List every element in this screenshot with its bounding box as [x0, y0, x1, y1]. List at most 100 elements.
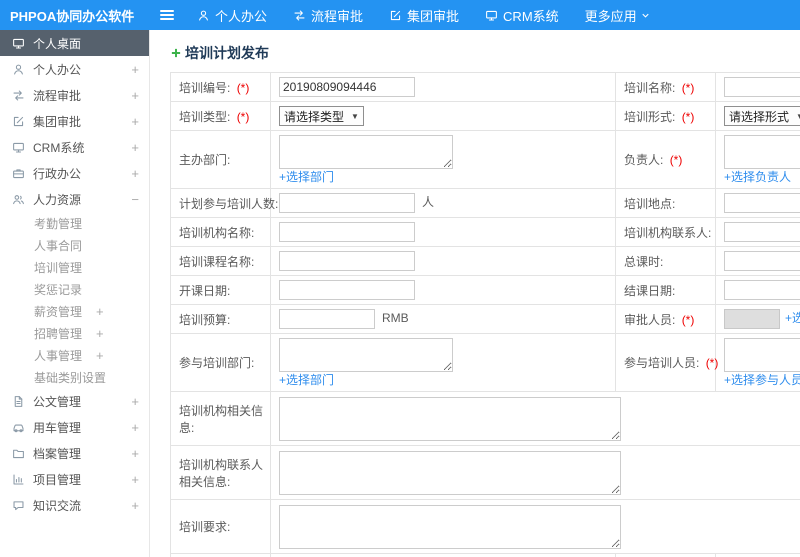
- participating-people-picker-link[interactable]: +选择参与人员: [724, 373, 800, 387]
- training-form-select[interactable]: 请选择形式 ▼: [724, 106, 800, 126]
- person-in-charge-field-cell: +选择负责人: [715, 130, 800, 189]
- form-row: 培训类型: (*) 请选择类型 ▼ 培训形式: (*) 请选择形式 ▼: [170, 101, 800, 131]
- form-row: 培训编号: (*)培训名称: (*): [170, 72, 800, 102]
- topnav-process-approval[interactable]: 流程审批: [280, 0, 376, 30]
- form-row: 开课日期: 结课日期:: [170, 275, 800, 305]
- sidebar-subitem-label: 培训管理: [34, 260, 83, 275]
- training-org-contact-field-cell: [715, 217, 800, 247]
- sidebar-item-personal-desktop[interactable]: 个人桌面: [0, 30, 149, 56]
- training-org-contact-info-textarea[interactable]: [279, 450, 621, 495]
- sidebar-subitem-training-management[interactable]: 培训管理: [0, 256, 149, 278]
- training-location-input[interactable]: [724, 193, 800, 213]
- expand-toggle-icon[interactable]: +: [131, 446, 139, 461]
- training-budget-input[interactable]: [279, 309, 375, 329]
- participating-departments-field-cell: +选择部门: [270, 333, 616, 392]
- main-content: 培训计划发布 培训编号: (*)培训名称: (*)培训类型: (*)请选择类型▼…: [150, 30, 800, 557]
- caret-down-icon: ▼: [796, 111, 800, 121]
- expand-toggle-icon[interactable]: +: [131, 88, 139, 103]
- training-org-name-input[interactable]: [279, 222, 415, 242]
- training-org-contact-label-cell: 培训机构联系人:: [615, 217, 716, 247]
- required-mark: (*): [681, 109, 695, 124]
- training-location-label: 培训地点:: [624, 196, 676, 211]
- expand-toggle-icon[interactable]: +: [131, 394, 139, 409]
- training-requirements-textarea[interactable]: [279, 504, 621, 549]
- total-class-hours-label-cell: 总课时:: [615, 246, 716, 276]
- expand-toggle-icon[interactable]: +: [131, 498, 139, 513]
- planned-participants-input[interactable]: [279, 193, 415, 213]
- person-in-charge-textarea[interactable]: [724, 135, 800, 169]
- sidebar-item-process-approval[interactable]: 流程审批 +: [0, 82, 149, 108]
- expand-toggle-icon[interactable]: +: [131, 114, 139, 129]
- page-title: 培训计划发布: [185, 45, 269, 61]
- total-class-hours-input[interactable]: [724, 251, 800, 271]
- sidebar-item-vehicle-management[interactable]: 用车管理 +: [0, 414, 149, 440]
- host-department-picker-link[interactable]: +选择部门: [279, 170, 334, 184]
- required-mark: (*): [236, 109, 250, 124]
- expand-toggle-icon[interactable]: +: [96, 304, 104, 319]
- expand-toggle-icon[interactable]: +: [131, 140, 139, 155]
- participating-people-label: 参与培训人员:: [624, 356, 700, 370]
- caret-down-icon: [637, 10, 651, 21]
- sidebar-subitem-attendance-management[interactable]: 考勤管理: [0, 212, 149, 234]
- sidebar-item-archive-management[interactable]: 档案管理 +: [0, 440, 149, 466]
- sidebar-item-human-resources[interactable]: 人力资源 −: [0, 186, 149, 212]
- participating-people-textarea[interactable]: [724, 338, 800, 372]
- sidebar-item-label: 个人办公: [33, 62, 82, 77]
- host-department-label: 主办部门:: [179, 153, 231, 167]
- car-icon: [12, 421, 25, 434]
- form-table: 培训编号: (*)培训名称: (*)培训类型: (*)请选择类型▼培训形式: (…: [170, 72, 800, 557]
- planned-participants-field-cell: 人: [270, 188, 616, 218]
- training-org-name-field-cell: [270, 217, 616, 247]
- training-org-contact-input[interactable]: [724, 222, 800, 242]
- training-number-field-cell: [270, 72, 616, 102]
- sidebar-item-administrative-office[interactable]: 行政办公 +: [0, 160, 149, 186]
- training-number-input[interactable]: [279, 77, 415, 97]
- host-department-textarea[interactable]: [279, 135, 453, 169]
- hamburger-menu-icon[interactable]: [150, 0, 184, 30]
- topnav-group-approval[interactable]: 集团审批: [376, 0, 472, 30]
- training-requirements-label: 培训要求:: [179, 520, 231, 534]
- sidebar-subitem-personnel-contract[interactable]: 人事合同: [0, 234, 149, 256]
- topnav-personal-office[interactable]: 个人办公: [184, 0, 280, 30]
- folder-icon: [12, 447, 25, 460]
- user-icon: [197, 9, 210, 22]
- training-org-name-label: 培训机构名称:: [179, 225, 255, 240]
- sidebar-item-document-management[interactable]: 公文管理 +: [0, 388, 149, 414]
- training-name-input[interactable]: [724, 77, 800, 97]
- sidebar-subitem-recruitment-management[interactable]: 招聘管理 +: [0, 322, 149, 344]
- expand-toggle-icon[interactable]: +: [131, 472, 139, 487]
- sidebar-item-group-approval[interactable]: 集团审批 +: [0, 108, 149, 134]
- approver-picker-link[interactable]: +选择审批人员: [785, 311, 800, 325]
- sidebar-item-crm-system[interactable]: CRM系统 +: [0, 134, 149, 160]
- person-in-charge-picker-link[interactable]: +选择负责人: [724, 170, 791, 184]
- sidebar-item-label: 公文管理: [33, 394, 82, 409]
- participating-departments-textarea[interactable]: [279, 338, 453, 372]
- sidebar-item-label: 集团审批: [33, 114, 82, 129]
- sidebar-item-personal-office[interactable]: 个人办公 +: [0, 56, 149, 82]
- expand-toggle-icon[interactable]: +: [131, 62, 139, 77]
- training-course-name-input[interactable]: [279, 251, 415, 271]
- total-class-hours-field-cell: [715, 246, 800, 276]
- start-date-input[interactable]: [279, 280, 415, 300]
- sidebar-subitem-basic-category-settings[interactable]: 基础类别设置: [0, 366, 149, 388]
- topnav-more-apps[interactable]: 更多应用: [572, 0, 669, 30]
- expand-toggle-icon[interactable]: +: [131, 420, 139, 435]
- topnav-crm-system[interactable]: CRM系统: [472, 0, 572, 30]
- expand-toggle-icon[interactable]: −: [131, 192, 139, 207]
- empty-cell: [615, 553, 716, 557]
- approver-input[interactable]: [724, 309, 780, 329]
- expand-toggle-icon[interactable]: +: [96, 348, 104, 363]
- sidebar-item-knowledge-exchange[interactable]: 知识交流 +: [0, 492, 149, 518]
- form-row: 附件文档:+附件上传: [170, 553, 800, 557]
- participating-departments-picker-link[interactable]: +选择部门: [279, 373, 334, 387]
- training-type-select[interactable]: 请选择类型 ▼: [279, 106, 364, 126]
- sidebar-subitem-reward-punishment-records[interactable]: 奖惩记录: [0, 278, 149, 300]
- training-org-info-textarea[interactable]: [279, 396, 621, 441]
- sidebar-item-project-management[interactable]: 项目管理 +: [0, 466, 149, 492]
- form-row: 培训机构名称: 培训机构联系人:: [170, 217, 800, 247]
- sidebar-subitem-salary-management[interactable]: 薪资管理 +: [0, 300, 149, 322]
- expand-toggle-icon[interactable]: +: [96, 326, 104, 341]
- expand-toggle-icon[interactable]: +: [131, 166, 139, 181]
- sidebar-subitem-personnel-management[interactable]: 人事管理 +: [0, 344, 149, 366]
- end-date-input[interactable]: [724, 280, 800, 300]
